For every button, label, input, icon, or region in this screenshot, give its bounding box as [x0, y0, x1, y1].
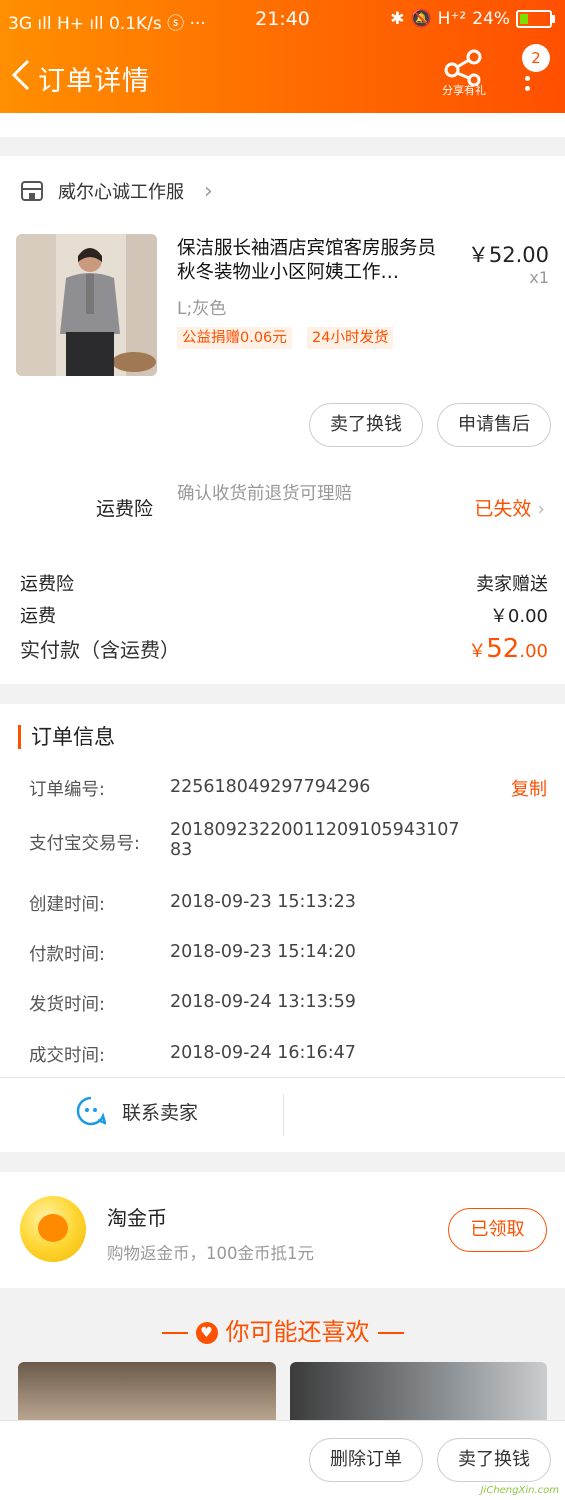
product-image[interactable]: [16, 234, 157, 376]
deal-time-label: 成交时间:: [29, 1046, 105, 1066]
chevron-right-icon: ›: [204, 178, 213, 204]
app-header: 3G ıll H+ ıll 0.1K/s ⓢ ··· 21:40 ✱ 🔕 H⁺²…: [0, 0, 565, 113]
watermark: JiChengXin.com: [480, 1485, 559, 1496]
total-label: 实付款（含运费）: [20, 638, 180, 662]
contact-seller-label: 联系卖家: [122, 1101, 199, 1124]
vertical-divider: [283, 1094, 284, 1136]
fee-row: 运费 ￥0.00: [20, 602, 548, 628]
share-button[interactable]: 分享有礼: [436, 48, 492, 100]
page-title: 订单详情: [38, 66, 150, 97]
product-price: ￥52.00: [467, 243, 549, 267]
insurance-status-text: 已失效: [474, 498, 532, 520]
sell-button[interactable]: 卖了换钱: [309, 403, 423, 447]
status-right: ✱ 🔕 H⁺² 24%: [390, 9, 555, 29]
insurance-desc: 确认收货前退货可理赔: [177, 484, 352, 504]
more-dot-icon: [525, 86, 530, 91]
alipay-trade-value: 2018092322001120910594310783: [170, 820, 460, 860]
signal-h-icon: H⁺²: [437, 9, 467, 29]
coin-desc: 购物返金币，100金币抵1元: [107, 1244, 314, 1263]
message-badge[interactable]: 2: [522, 44, 550, 72]
divider: [0, 1077, 565, 1078]
created-time-label: 创建时间:: [29, 895, 105, 915]
heart-icon: ♥: [195, 1322, 218, 1344]
coin-title: 淘金币: [107, 1206, 167, 1230]
decor-line: [161, 1332, 188, 1334]
charity-tag: 公益捐赠0.06元: [177, 327, 292, 349]
coin-claimed-button[interactable]: 已领取: [448, 1208, 547, 1252]
product-quantity: x1: [529, 268, 549, 287]
chat-face-icon: [76, 1096, 106, 1126]
order-number-label: 订单编号:: [29, 780, 105, 800]
paid-time-label: 付款时间:: [29, 945, 105, 965]
after-sale-button[interactable]: 申请售后: [437, 403, 551, 447]
bluetooth-icon: ✱: [390, 9, 405, 29]
order-info-title: 订单信息: [18, 725, 115, 749]
order-info-card: [0, 704, 565, 1152]
shop-row[interactable]: 威尔心诚工作服 ›: [20, 178, 213, 204]
shipped-time-value: 2018-09-24 13:13:59: [170, 992, 356, 1012]
status-bar: 3G ıll H+ ıll 0.1K/s ⓢ ··· 21:40 ✱ 🔕 H⁺²…: [0, 0, 565, 38]
back-button[interactable]: [10, 58, 32, 98]
recommend-item-image[interactable]: [290, 1362, 547, 1420]
alipay-trade-label: 支付宝交易号:: [29, 834, 140, 854]
delete-order-button[interactable]: 删除订单: [309, 1438, 423, 1482]
fee-value: ￥0.00: [489, 606, 548, 627]
paid-time-value: 2018-09-23 15:14:20: [170, 942, 356, 962]
mute-bell-icon: 🔕: [410, 9, 432, 29]
share-label: 分享有礼: [442, 84, 486, 97]
total-row: 实付款（含运费） ￥52.00: [20, 634, 548, 664]
fee-value: 卖家赠送: [476, 574, 548, 595]
battery-icon: [516, 10, 552, 28]
deal-time-value: 2018-09-24 16:16:47: [170, 1043, 356, 1063]
shop-name: 威尔心诚工作服: [58, 182, 184, 203]
total-value: ￥52.00: [468, 634, 548, 664]
total-int: 52: [486, 634, 520, 664]
fee-row: 运费险 卖家赠送: [20, 570, 548, 596]
total-dec: .00: [519, 641, 548, 662]
recommend-item-image[interactable]: [18, 1362, 276, 1420]
taojinbi-coin-icon: [20, 1196, 86, 1262]
created-time-value: 2018-09-23 15:13:23: [170, 892, 356, 912]
battery-tip: [552, 15, 555, 23]
share-icon: [444, 49, 482, 86]
header-spacer: [0, 113, 565, 137]
order-number-value: 225618049297794296: [170, 777, 371, 797]
product-photo: [16, 234, 157, 376]
contact-seller-button[interactable]: 联系卖家: [76, 1096, 198, 1126]
fee-label: 运费: [20, 606, 56, 627]
coin-mascot: [38, 1214, 68, 1242]
recommend-title: ♥ 你可能还喜欢: [0, 1312, 565, 1347]
bottom-sell-button[interactable]: 卖了换钱: [437, 1438, 551, 1482]
copy-button[interactable]: 复制: [511, 775, 547, 801]
recommend-title-text: 你可能还喜欢: [225, 1318, 370, 1346]
shop-icon: [21, 181, 43, 201]
chevron-left-icon: [11, 59, 30, 91]
total-currency: ￥: [468, 641, 487, 662]
insurance-status[interactable]: 已失效 ›: [474, 494, 545, 521]
shipping-tag: 24小时发货: [307, 327, 394, 349]
more-dot-icon: [525, 76, 530, 81]
insurance-label: 运费险: [96, 498, 154, 520]
fee-label: 运费险: [20, 574, 74, 595]
product-title[interactable]: 保洁服长袖酒店宾馆客房服务员秋冬装物业小区阿姨工作…: [177, 237, 452, 285]
shipped-time-label: 发货时间:: [29, 995, 105, 1015]
battery-percent: 24%: [472, 9, 510, 29]
chevron-right-icon: ›: [537, 498, 545, 520]
product-sku: L;灰色: [177, 299, 227, 319]
decor-line: [377, 1332, 404, 1334]
